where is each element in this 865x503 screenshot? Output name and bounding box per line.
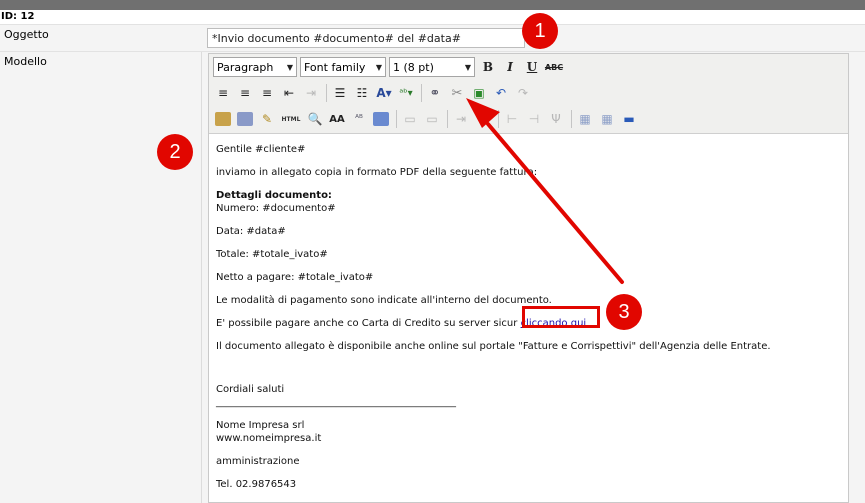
horizontal-rule-icon[interactable]: ▬ [619,109,639,129]
table-col-icon[interactable]: ▭ [422,109,442,129]
paste-icon[interactable] [213,109,233,129]
toolbar-row-1: Paragraph ▼ Font family ▼ 1 (8 pt) ▼ B I… [213,55,566,79]
payment-text: E' possibile pagare anche co Carta di Cr… [216,318,518,329]
record-id: ID: 12 [1,11,35,22]
table-row-icon[interactable]: ▭ [400,109,420,129]
toolbar-separator [396,110,397,128]
font-size-select-value: 1 (8 pt) [393,60,434,74]
preview-icon[interactable]: 🔍 [305,109,325,129]
bold-button[interactable]: B [478,57,498,77]
editor-toolbar: Paragraph ▼ Font family ▼ 1 (8 pt) ▼ B I… [209,54,848,134]
netto-line: Netto a pagare: #totale_ivato# [216,272,374,283]
data-line: Data: #data# [216,226,286,237]
strikethrough-button[interactable]: ABC [544,57,564,77]
table-cell-icon[interactable]: ▦ [597,109,617,129]
align-left-icon[interactable]: ≡ [213,83,233,103]
paste-word-icon[interactable] [235,109,255,129]
undo-icon[interactable]: ↶ [491,83,511,103]
signature-rule: ________________________________________… [216,397,456,408]
table-props-icon[interactable]: Ψ [546,109,566,129]
html-icon[interactable]: HTML [279,109,303,129]
link-highlight-box [522,306,600,328]
find-icon[interactable]: AA [327,109,347,129]
paragraph-select[interactable]: Paragraph ▼ [213,57,297,77]
department-line: amministrazione [216,456,300,467]
numero-line: Numero: #documento# [216,203,336,214]
replace-icon[interactable]: ᴬᴮ [349,109,369,129]
toolbar-row-3: ✎ HTML 🔍 AA ᴬᴮ ▭ ▭ ⇥ ⇤ ⊢ ⊣ Ψ ▦ ▦ ▬ [213,107,641,131]
annotation-badge-3: 3 [606,294,642,330]
align-center-icon[interactable]: ≡ [235,83,255,103]
cleanup-icon[interactable]: ✎ [257,109,277,129]
toolbar-separator [326,84,327,102]
numbered-list-icon[interactable]: ☷ [352,83,372,103]
company-name: Nome Impresa srl [216,420,305,431]
toolbar-row-2: ≡ ≡ ≡ ⇤ ⇥ ☰ ☷ A▾ ᵃᵇ▾ ⚭ ✂ ▣ ↶ ↷ [213,81,535,105]
phone-line: Tel. 02.9876543 [216,479,297,490]
underline-button[interactable]: U [522,57,542,77]
oggetto-label: Oggetto [4,28,49,41]
toolbar-separator [447,110,448,128]
chevron-down-icon: ▼ [464,62,472,72]
outdent-icon[interactable]: ⇤ [279,83,299,103]
indent-icon[interactable]: ⇥ [301,83,321,103]
annotation-badge-1: 1 [522,13,558,49]
blank-spacer [216,363,841,383]
totale-line: Totale: #totale_ivato# [216,249,328,260]
unlink-icon[interactable]: ✂ [447,83,467,103]
italic-button[interactable]: I [500,57,520,77]
font-family-select[interactable]: Font family ▼ [300,57,386,77]
image-icon[interactable]: ▣ [469,83,489,103]
online-line: Il documento allegato è disponibile anch… [216,341,771,352]
top-bar [0,0,865,10]
table-delete-icon[interactable]: ⇤ [473,109,493,129]
table-merge-icon[interactable]: ⊣ [524,109,544,129]
toolbar-separator [421,84,422,102]
row-oggetto: Oggetto [0,24,865,52]
saluti-line: Cordiali saluti [216,384,285,395]
column-divider [201,52,202,503]
redo-icon[interactable]: ↷ [513,83,533,103]
company-website: www.nomeimpresa.it [216,433,322,444]
oggetto-input[interactable] [207,28,525,48]
align-right-icon[interactable]: ≡ [257,83,277,103]
font-color-icon[interactable]: A▾ [374,83,394,103]
edit-icon[interactable] [371,109,391,129]
greeting: Gentile #cliente# [216,144,306,155]
font-family-select-value: Font family [304,60,366,74]
table-split-icon[interactable]: ⊢ [502,109,522,129]
font-size-select[interactable]: 1 (8 pt) ▼ [389,57,475,77]
annotation-badge-2: 2 [157,134,193,170]
link-icon[interactable]: ⚭ [425,83,445,103]
row-modello: Modello Paragraph ▼ Font family ▼ 1 (8 p… [0,52,865,503]
modello-label: Modello [4,55,47,68]
intro-text: inviamo in allegato copia in formato PDF… [216,167,538,178]
toolbar-separator [571,110,572,128]
table-insert-icon[interactable]: ⇥ [451,109,471,129]
chevron-down-icon: ▼ [286,62,294,72]
details-title: Dettagli documento: [216,190,332,201]
rich-text-editor[interactable]: Paragraph ▼ Font family ▼ 1 (8 pt) ▼ B I… [208,53,849,503]
toolbar-separator [498,110,499,128]
bullet-list-icon[interactable]: ☰ [330,83,350,103]
spellcheck-icon[interactable]: ᵃᵇ▾ [396,83,416,103]
chevron-down-icon: ▼ [375,62,383,72]
table-icon[interactable]: ▦ [575,109,595,129]
paragraph-select-value: Paragraph [217,60,274,74]
